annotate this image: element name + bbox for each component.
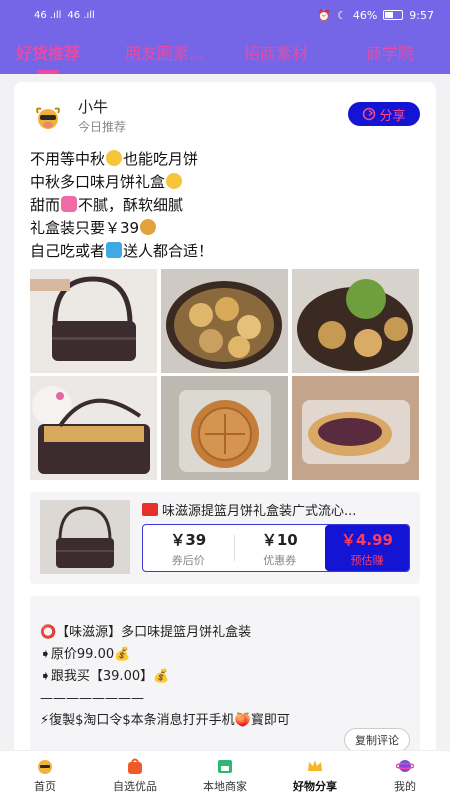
after-coupon-price: ￥39 (170, 530, 207, 549)
clock: 9:57 (409, 8, 434, 22)
kiss-emoji-icon (166, 173, 183, 189)
nav-label: 本地商家 (203, 780, 247, 793)
post-line: 礼盒装只要￥39 (30, 217, 430, 240)
signal-indicators: 46 .ıll 46 .ıll (34, 10, 95, 21)
description-text: ⭕【味滋源】多口味提篮月饼礼盒装 ➧原价99.00💰 ➧跟我买【39.00】💰 … (40, 622, 410, 732)
nav-label: 我的 (394, 780, 416, 793)
share-icon (363, 107, 376, 121)
after-coupon-label: 券后价 (171, 553, 205, 567)
basket-illustration (30, 269, 157, 373)
product-title-text: 味滋源提篮月饼礼盒装广式流心... (162, 504, 357, 519)
moneybag-emoji-icon (140, 219, 157, 235)
taro-mooncake-illustration (292, 376, 419, 480)
battery-percent: 46% (352, 8, 378, 22)
product-card[interactable]: 味滋源提篮月饼礼盒装广式流心... ￥39 券后价 ￥10 优惠券 ￥4.99 … (30, 492, 420, 584)
home-mascot-icon (38, 760, 52, 774)
planet-icon (396, 760, 414, 772)
nav-good-share[interactable]: 好物分享 (270, 751, 360, 800)
gift-emoji-icon (106, 242, 123, 258)
nav-label: 自选优品 (113, 780, 157, 793)
avatar[interactable] (32, 102, 64, 134)
shopping-bag-icon (128, 758, 142, 774)
tmall-badge-icon (142, 503, 158, 516)
feed-content[interactable]: 小牛 今日推荐 分享 不用等中秋 也能吃月饼 中秋多口味月饼礼盒 甜而 不腻，酥软细… (0, 74, 450, 750)
store-icon (218, 760, 232, 773)
description-line: ⭕【味滋源】多口味提篮月饼礼盒装 (40, 625, 252, 640)
post-card: 小牛 今日推荐 分享 不用等中秋 也能吃月饼 中秋多口味月饼礼盒 甜而 不腻，酥软细… (14, 82, 436, 750)
post-line-text: 自己吃或者 (30, 242, 106, 260)
bull-mascot-icon (36, 107, 60, 129)
product-basket-illustration (40, 500, 130, 574)
estimated-earn-value: ￥4.99 (340, 530, 393, 549)
nav-mine[interactable]: 我的 (360, 751, 450, 800)
tab-label: 朋友圈素... (125, 44, 205, 63)
post-line: 不用等中秋 也能吃月饼 (30, 148, 430, 171)
post-subtitle: 今日推荐 (78, 120, 127, 134)
description-box: ⭕【味滋源】多口味提篮月饼礼盒装 ➧原价99.00💰 ➧跟我买【39.00】💰 … (30, 596, 420, 750)
coupon-value: ￥10 (261, 530, 298, 549)
green-mooncake-illustration (292, 269, 419, 373)
after-coupon-price-cell: ￥39 券后价 (143, 525, 234, 571)
share-button[interactable]: 分享 (348, 102, 420, 126)
nav-local-merchants[interactable]: 本地商家 (180, 751, 270, 800)
photo-mooncakes-in-tray[interactable] (161, 269, 288, 373)
hearts-emoji-icon (61, 196, 78, 212)
signal-strength-2: 46 .ıll (67, 9, 95, 21)
photo-mooncake-closeup[interactable] (161, 376, 288, 480)
product-title[interactable]: 味滋源提篮月饼礼盒装广式流心... (142, 500, 412, 519)
nav-label: 首页 (34, 780, 56, 793)
product-thumbnail[interactable] (40, 500, 130, 574)
nav-home[interactable]: 首页 (0, 751, 90, 800)
coupon-label: 优惠券 (263, 553, 297, 567)
post-line-text: 礼盒装只要￥39 (30, 219, 140, 237)
tab-label: 招商素材 (244, 44, 309, 63)
photo-green-mooncakes[interactable] (292, 269, 419, 373)
tab-label: 好货推荐 (16, 44, 81, 63)
post-line-text: 不腻，酥软细腻 (78, 196, 184, 214)
coupon-cell[interactable]: ￥10 优惠券 (235, 525, 326, 571)
tab-recruitment-material[interactable]: 招商素材 (244, 40, 308, 64)
post-line: 中秋多口味月饼礼盒 (30, 171, 430, 194)
battery-icon (383, 10, 404, 20)
post-line-text: 中秋多口味月饼礼盒 (30, 173, 166, 191)
description-line: ———————— (40, 691, 144, 706)
mooncake-closeup-illustration (161, 376, 288, 480)
estimated-earn-cell[interactable]: ￥4.99 预估赚 (325, 525, 409, 571)
tab-moments-material[interactable]: 朋友圈素... (125, 40, 204, 64)
post-line: 自己吃或者 送人都合适！ (30, 240, 430, 263)
post-line-text: 不用等中秋 (30, 150, 106, 168)
description-line: ➧跟我买【39.00】💰 (40, 669, 170, 684)
tray-illustration (161, 269, 288, 373)
dnd-icon: ☾ (336, 8, 347, 22)
post-text: 不用等中秋 也能吃月饼 中秋多口味月饼礼盒 甜而 不腻，酥软细腻 礼盒装只要￥39 … (30, 148, 430, 263)
grin-emoji-icon (106, 150, 123, 166)
price-panel: ￥39 券后价 ￥10 优惠券 ￥4.99 预估赚 (142, 524, 410, 572)
photo-basket-on-table[interactable] (30, 269, 157, 373)
tab-label: 商学院 (366, 44, 415, 63)
photo-basket-with-kitty[interactable] (30, 376, 157, 480)
post-line: 甜而 不腻，酥软细腻 (30, 194, 430, 217)
tab-hot-goods[interactable]: 好货推荐 (16, 40, 81, 74)
alarm-icon: ⏰ (317, 8, 331, 22)
top-tab-bar: 好货推荐 朋友圈素... 招商素材 商学院 (0, 30, 450, 74)
status-bar: 46 .ıll 46 .ıll ⏰ ☾ 46% 9:57 (0, 0, 450, 30)
estimated-earn-label: 预估赚 (350, 553, 384, 567)
post-line-text: 送人都合适！ (123, 242, 214, 260)
tab-business-school[interactable]: 商学院 (366, 40, 414, 64)
bottom-nav: 首页 自选优品 本地商家 好物分享 我的 (0, 750, 450, 800)
post-line-text: 也能吃月饼 (123, 150, 199, 168)
author-name: 小牛 (78, 98, 109, 116)
kitty-basket-illustration (30, 376, 157, 480)
signal-strength-1: 46 .ıll (34, 9, 62, 21)
nav-label: 好物分享 (293, 780, 337, 793)
photo-taro-mooncake[interactable] (292, 376, 419, 480)
nav-selected-goods[interactable]: 自选优品 (90, 751, 180, 800)
description-line: ➧原价99.00💰 (40, 647, 131, 662)
crown-icon (308, 760, 322, 771)
status-right: ⏰ ☾ 46% 9:57 (317, 9, 434, 22)
photo-grid (30, 269, 420, 480)
post-line-text: 甜而 (30, 196, 61, 214)
copy-comment-button[interactable]: 复制评论 (344, 728, 410, 750)
share-label: 分享 (379, 108, 406, 124)
